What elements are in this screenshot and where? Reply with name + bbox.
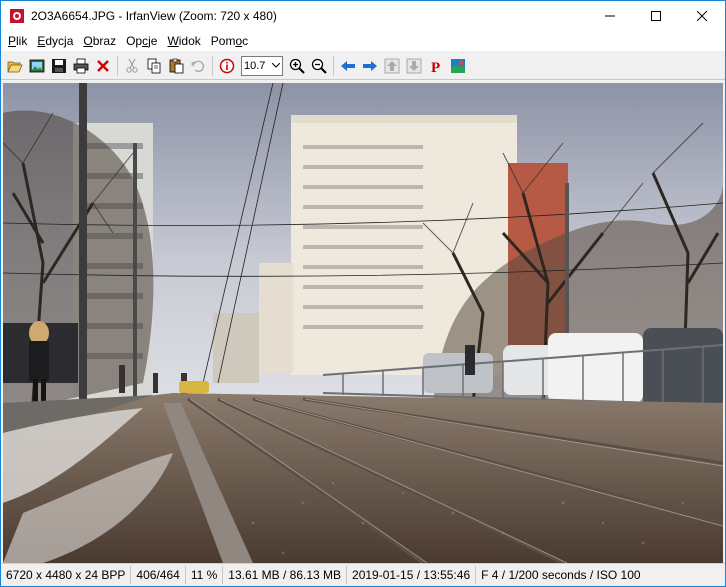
next-file-button[interactable] [359, 55, 381, 77]
open-button[interactable] [4, 55, 26, 77]
last-file-button[interactable] [403, 55, 425, 77]
maximize-button[interactable] [633, 1, 679, 31]
save-button[interactable] [48, 55, 70, 77]
cut-icon [126, 58, 138, 73]
status-dimensions: 6720 x 4480 x 24 BPP [1, 566, 132, 584]
status-file-size: 13.61 MB / 86.13 MB [223, 566, 348, 584]
title-bar[interactable]: 2O3A6654.JPG - IrfanView (Zoom: 720 x 48… [1, 1, 725, 31]
status-zoom: 11 % [186, 566, 224, 584]
menu-obraz[interactable]: Obraz [78, 31, 121, 51]
paint-icon: P [431, 60, 440, 74]
status-bar: 6720 x 4480 x 24 BPP 406/464 11 % 13.61 … [1, 563, 725, 586]
zoom-out-button[interactable] [308, 55, 330, 77]
print-button[interactable] [70, 55, 92, 77]
cut-button[interactable] [121, 55, 143, 77]
first-file-button[interactable] [381, 55, 403, 77]
next-file-icon [363, 60, 377, 71]
chevron-down-icon [270, 63, 282, 68]
info-icon [219, 58, 235, 73]
irfanview-window: 2O3A6654.JPG - IrfanView (Zoom: 720 x 48… [0, 0, 726, 587]
info-button[interactable] [216, 55, 238, 77]
status-exif: F 4 / 1/200 seconds / ISO 100 [481, 568, 641, 582]
toolbar: 10.7 P [1, 52, 725, 80]
save-icon [52, 58, 66, 73]
paint-button[interactable]: P [425, 55, 447, 77]
zoom-in-icon [289, 58, 305, 74]
undo-button[interactable] [187, 55, 209, 77]
slideshow-icon [29, 59, 45, 72]
photo-image [3, 83, 723, 563]
minimize-icon [605, 15, 615, 17]
about-button[interactable] [447, 55, 469, 77]
zoom-select[interactable]: 10.7 [241, 55, 283, 76]
status-datetime: 2019-01-15 / 13:55:46 [347, 566, 477, 584]
paste-button[interactable] [165, 55, 187, 77]
maximize-icon [651, 11, 661, 21]
menu-widok[interactable]: Widok [162, 31, 205, 51]
open-folder-icon [7, 61, 23, 72]
previous-file-button[interactable] [337, 55, 359, 77]
menu-opcje[interactable]: Opcje [121, 31, 162, 51]
irfanview-app-icon[interactable] [9, 8, 25, 24]
toolbar-separator [333, 55, 334, 76]
copy-button[interactable] [143, 55, 165, 77]
menu-edycja[interactable]: Edycja [32, 31, 78, 51]
first-file-icon [384, 58, 400, 73]
status-file-index: 406/464 [131, 566, 186, 584]
toolbar-separator [117, 55, 118, 76]
toolbar-separator [212, 55, 213, 76]
irfanview-logo-icon [451, 58, 465, 73]
delete-button[interactable] [92, 55, 114, 77]
paste-icon [169, 58, 184, 73]
previous-file-icon [341, 60, 355, 71]
minimize-button[interactable] [587, 1, 633, 31]
print-icon [73, 58, 89, 73]
delete-icon [97, 59, 109, 72]
image-canvas[interactable] [3, 83, 723, 563]
svg-text:P: P [431, 60, 440, 74]
zoom-out-icon [311, 58, 327, 74]
undo-icon [191, 60, 205, 72]
last-file-icon [406, 58, 422, 73]
window-title: 2O3A6654.JPG - IrfanView (Zoom: 720 x 48… [31, 9, 277, 23]
zoom-value: 10.7 [244, 59, 266, 72]
menu-bar: Plik Edycja Obraz Opcje Widok Pomoc [1, 31, 725, 52]
menu-pomoc[interactable]: Pomoc [206, 31, 253, 51]
close-icon [697, 11, 707, 21]
close-button[interactable] [679, 1, 725, 31]
menu-plik[interactable]: Plik [3, 31, 32, 51]
slideshow-button[interactable] [26, 55, 48, 77]
copy-icon [147, 58, 161, 73]
zoom-in-button[interactable] [286, 55, 308, 77]
